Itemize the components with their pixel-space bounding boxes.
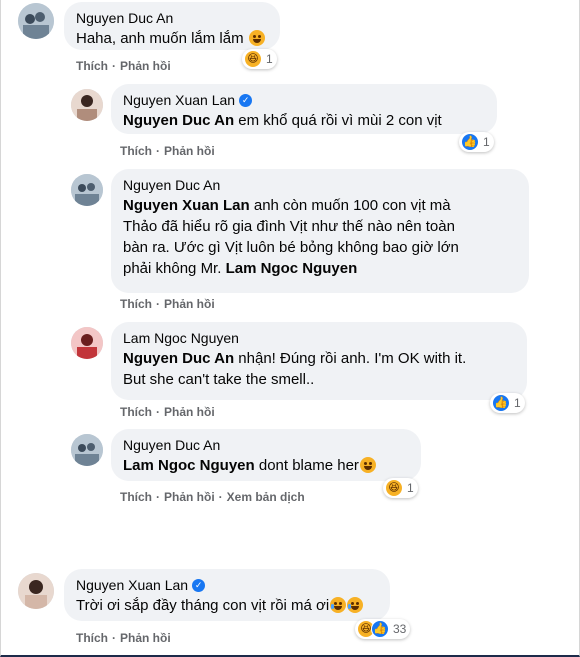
comment-bubble: Nguyen Xuan Lan ✓ Nguyen Duc An em khổ qu…	[111, 84, 497, 134]
comment-actions: Thích · Phản hồi	[76, 59, 171, 73]
comment-author[interactable]: Nguyen Duc An	[123, 176, 517, 194]
avatar[interactable]	[71, 174, 103, 206]
translate-button[interactable]: Xem bản dịch	[227, 490, 305, 504]
comment-actions: Thích · Phản hồi	[120, 405, 215, 419]
person-photo-icon	[71, 89, 103, 121]
person-photo-icon	[18, 573, 54, 609]
crying-emoji-icon	[347, 597, 364, 613]
verified-badge-icon: ✓	[192, 578, 206, 592]
like-button[interactable]: Thích	[120, 490, 152, 504]
reply-button[interactable]: Phản hồi	[164, 405, 215, 419]
avatar[interactable]	[71, 434, 103, 466]
reaction-summary[interactable]: 👍 1	[490, 393, 525, 413]
like-button[interactable]: Thích	[120, 144, 152, 158]
reply-button[interactable]: Phản hồi	[164, 144, 215, 158]
reply-button[interactable]: Phản hồi	[164, 490, 215, 504]
avatar[interactable]	[71, 327, 103, 359]
reply-button[interactable]: Phản hồi	[120, 631, 171, 645]
mention-link[interactable]: Lam Ngoc Nguyen	[123, 457, 255, 474]
comment-text: Nguyen Duc An em khổ quá rồi vì mùi 2 co…	[123, 112, 442, 129]
like-button[interactable]: Thích	[76, 631, 108, 645]
comment-actions: Thích · Phản hồi · Xem bản dịch	[120, 490, 305, 504]
comment-author[interactable]: Lam Ngoc Nguyen	[123, 329, 515, 347]
comment-author[interactable]: Nguyen Duc An	[123, 436, 409, 454]
comment-author[interactable]: Nguyen Duc An	[76, 9, 268, 27]
group-photo-icon	[71, 434, 103, 466]
reaction-summary[interactable]: 😆 1	[383, 478, 418, 498]
comment-author[interactable]: Nguyen Xuan Lan ✓	[123, 91, 485, 109]
crying-emoji-icon	[359, 457, 376, 473]
person-photo-icon	[71, 327, 103, 359]
verified-badge-icon: ✓	[239, 93, 253, 107]
avatar[interactable]	[18, 3, 54, 39]
avatar[interactable]	[71, 89, 103, 121]
like-icon: 👍	[371, 620, 389, 638]
comment-text: Nguyen Xuan Lan anh còn muốn 100 con vịt…	[123, 197, 459, 277]
group-photo-icon	[71, 174, 103, 206]
comment-thread: Nguyen Duc An Haha, anh muốn lắm lắm 😆 1…	[0, 0, 580, 657]
comment-author[interactable]: Nguyen Xuan Lan ✓	[76, 576, 378, 594]
reply-button[interactable]: Phản hồi	[164, 297, 215, 311]
comment-actions: Thích · Phản hồi	[76, 631, 171, 645]
comment-bubble: Nguyen Duc An Haha, anh muốn lắm lắm	[64, 2, 280, 50]
comment-bubble: Nguyen Duc An Lam Ngoc Nguyen dont blame…	[111, 429, 421, 481]
reaction-summary[interactable]: 👍 1	[459, 132, 494, 152]
mention-link[interactable]: Nguyen Duc An	[123, 350, 234, 367]
like-icon: 👍	[492, 394, 510, 412]
like-button[interactable]: Thích	[120, 297, 152, 311]
haha-icon: 😆	[244, 50, 262, 68]
laughing-emoji-icon	[248, 30, 265, 46]
comment-bubble: Lam Ngoc Nguyen Nguyen Duc An nhận! Đúng…	[111, 322, 527, 400]
comment-actions: Thích · Phản hồi	[120, 144, 215, 158]
crying-emoji-icon	[330, 597, 347, 613]
mention-link[interactable]: Nguyen Xuan Lan	[123, 197, 250, 214]
comment-text: Haha, anh muốn lắm lắm	[76, 28, 268, 49]
comment-text: Lam Ngoc Nguyen dont blame her	[123, 455, 409, 476]
comment-actions: Thích · Phản hồi	[120, 297, 215, 311]
group-photo-icon	[18, 3, 54, 39]
avatar[interactable]	[18, 573, 54, 609]
mention-link[interactable]: Nguyen Duc An	[123, 112, 234, 129]
reply-button[interactable]: Phản hồi	[120, 59, 171, 73]
reaction-summary[interactable]: 😆 1	[242, 49, 277, 69]
comment-bubble: Nguyen Xuan Lan ✓ Trời ơi sắp đầy tháng c…	[64, 569, 390, 621]
reaction-summary[interactable]: 😆 👍 33	[355, 619, 411, 639]
comment-text: Trời ơi sắp đầy tháng con vịt rồi má ơi	[76, 595, 378, 616]
like-icon: 👍	[461, 133, 479, 151]
haha-icon: 😆	[385, 479, 403, 497]
mention-link[interactable]: Lam Ngoc Nguyen	[226, 260, 358, 277]
comment-text: Nguyen Duc An nhận! Đúng rồi anh. I'm OK…	[123, 350, 467, 388]
comment-bubble: Nguyen Duc An Nguyen Xuan Lan anh còn mu…	[111, 169, 529, 293]
like-button[interactable]: Thích	[76, 59, 108, 73]
like-button[interactable]: Thích	[120, 405, 152, 419]
